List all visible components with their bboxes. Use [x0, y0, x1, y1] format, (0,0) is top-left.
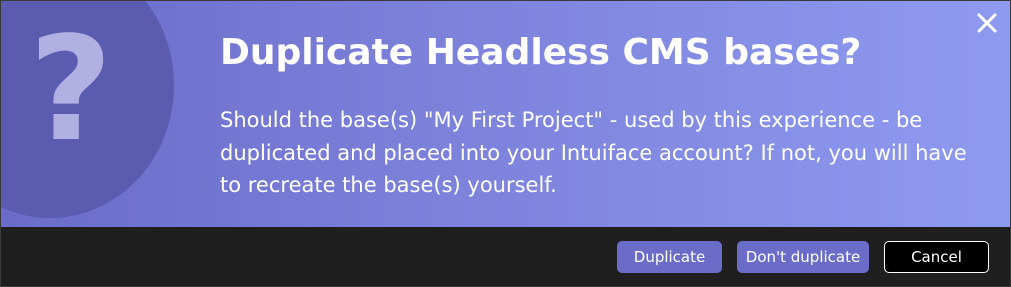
dialog-title: Duplicate Headless CMS bases?: [220, 32, 862, 73]
question-mark-icon: ?: [29, 5, 113, 173]
dont-duplicate-button[interactable]: Don't duplicate: [737, 241, 869, 273]
dialog-header-banner: ? Duplicate Headless CMS bases? Should t…: [1, 1, 1010, 227]
close-button[interactable]: [974, 10, 1000, 36]
dialog-footer: Duplicate Don't duplicate Cancel: [1, 227, 1010, 286]
duplicate-bases-dialog: ? Duplicate Headless CMS bases? Should t…: [0, 0, 1011, 287]
close-icon: [977, 13, 997, 33]
cancel-button[interactable]: Cancel: [884, 241, 989, 273]
duplicate-button[interactable]: Duplicate: [617, 241, 722, 273]
dialog-message: Should the base(s) "My First Project" - …: [220, 108, 967, 197]
